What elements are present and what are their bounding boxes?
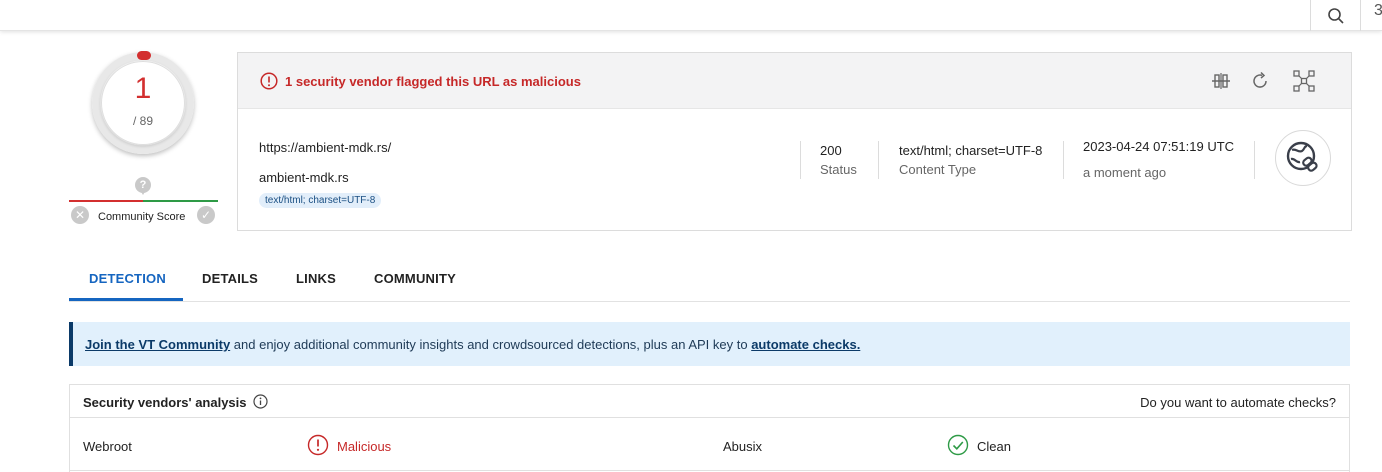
- gauge-indicator: [137, 51, 151, 60]
- divider: [800, 141, 801, 179]
- scanned-url[interactable]: https://ambient-mdk.rs/: [259, 140, 391, 155]
- community-bar-negative: [69, 200, 143, 202]
- globe-link-icon: [1286, 141, 1318, 172]
- content-type-value: text/html; charset=UTF-8: [899, 143, 1043, 158]
- active-tab-indicator: [69, 298, 183, 301]
- automate-checks-link[interactable]: automate checks.: [751, 337, 860, 352]
- alert-text: 1 security vendor flagged this URL as ma…: [285, 74, 581, 89]
- community-score-pin-icon: ?: [135, 177, 151, 195]
- graph-button[interactable]: [1293, 70, 1315, 92]
- alert-circle-icon: [260, 72, 278, 90]
- edge-glyph: 3: [1374, 2, 1382, 19]
- community-score-label: Community Score: [98, 211, 186, 223]
- vendors-table-header: Security vendors' analysis Do you want t…: [70, 385, 1349, 418]
- status-label: Status: [820, 162, 857, 177]
- info-icon[interactable]: [253, 394, 268, 409]
- tab-community[interactable]: COMMUNITY: [374, 271, 456, 286]
- tab-bar: DETECTION DETAILS LINKS COMMUNITY: [69, 260, 1350, 302]
- compare-icon: [1212, 73, 1230, 89]
- community-banner: Join the VT Community and enjoy addition…: [69, 322, 1350, 366]
- table-row: Webroot Malicious Abusix Clean: [70, 419, 1349, 471]
- vendors-title: Security vendors' analysis: [83, 395, 247, 410]
- vote-harmful-button[interactable]: ✕: [71, 206, 89, 224]
- analysis-relative-time: a moment ago: [1083, 165, 1167, 180]
- status-value: 200: [820, 143, 842, 158]
- analysis-date: 2023-04-24 07:51:19 UTC: [1083, 139, 1235, 154]
- search-button[interactable]: [1310, 0, 1361, 31]
- divider: [1063, 141, 1064, 179]
- detection-count: 1: [134, 72, 152, 105]
- divider: [878, 141, 879, 179]
- divider: [1254, 141, 1255, 179]
- clean-check-icon: [947, 434, 969, 456]
- malicious-alert-bar: 1 security vendor flagged this URL as ma…: [238, 53, 1351, 109]
- community-bar-positive: [143, 200, 218, 202]
- join-community-link[interactable]: Join the VT Community: [85, 337, 230, 352]
- detection-score-gauge: 1 / 89: [92, 51, 194, 154]
- search-icon: [1327, 7, 1344, 24]
- banner-text: Join the VT Community and enjoy addition…: [85, 337, 860, 352]
- vendor-name: Abusix: [723, 439, 763, 454]
- vote-harmless-button[interactable]: ✓: [197, 206, 215, 224]
- tab-details[interactable]: DETAILS: [202, 271, 258, 286]
- tab-detection[interactable]: DETECTION: [89, 271, 166, 286]
- banner-middle-text: and enjoy additional community insights …: [230, 337, 752, 352]
- compare-button[interactable]: [1210, 70, 1232, 92]
- vendor-result-clean: Clean: [977, 439, 1011, 454]
- top-bar: 3: [0, 0, 1382, 31]
- total-engines: / 89: [132, 114, 153, 128]
- reanalyze-icon: [1253, 71, 1267, 88]
- reanalyze-button[interactable]: [1249, 70, 1271, 92]
- content-type-label: Content Type: [899, 162, 977, 177]
- graph-icon: [1293, 70, 1315, 92]
- domain-link[interactable]: ambient-mdk.rs: [259, 170, 349, 185]
- vendor-name: Webroot: [83, 439, 132, 454]
- content-type-tag[interactable]: text/html; charset=UTF-8: [259, 193, 382, 208]
- tab-links[interactable]: LINKS: [296, 271, 336, 286]
- malicious-icon: [307, 434, 329, 456]
- vendor-result-malicious: Malicious: [337, 439, 392, 454]
- automate-checks-text[interactable]: Do you want to automate checks?: [1140, 395, 1336, 410]
- vendors-table: Security vendors' analysis Do you want t…: [69, 384, 1350, 472]
- summary-card: 1 security vendor flagged this URL as ma…: [237, 52, 1352, 231]
- url-type-avatar: [1275, 130, 1331, 186]
